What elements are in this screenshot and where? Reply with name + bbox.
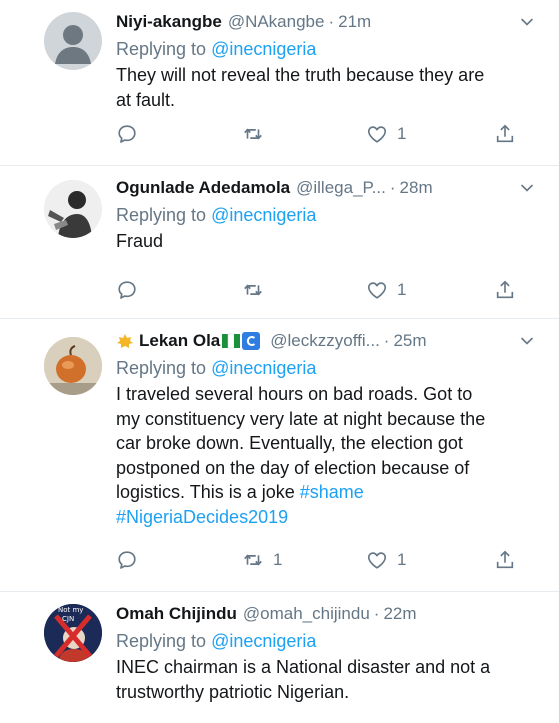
- replying-label: Replying to: [116, 358, 207, 378]
- avatar[interactable]: Not my CJN: [44, 604, 102, 662]
- avatar[interactable]: [44, 180, 102, 238]
- like-button[interactable]: 1: [366, 549, 406, 571]
- tweet-line: car broke down. Eventually, the election…: [116, 433, 463, 453]
- tweet-line: postponed on the day of election because…: [116, 457, 470, 478]
- mention-link[interactable]: @inecnigeria: [211, 39, 316, 59]
- tweet-omah-chijindu[interactable]: Not my CJN Omah Chijindu @omah_chijindu …: [0, 592, 559, 723]
- mention-link[interactable]: @inecnigeria: [211, 205, 316, 225]
- replying-label: Replying to: [116, 205, 207, 225]
- retweet-button[interactable]: [242, 279, 264, 301]
- share-icon: [494, 549, 516, 571]
- timestamp: 21m: [338, 12, 372, 31]
- replying-label: Replying to: [116, 39, 207, 59]
- like-icon: [366, 279, 388, 301]
- replying-to: Replying to @inecnigeria: [116, 628, 535, 654]
- timestamp: 22m: [383, 604, 417, 623]
- like-button[interactable]: 1: [366, 279, 406, 301]
- caret-down-icon[interactable]: [519, 14, 535, 30]
- replying-to: Replying to @inecnigeria: [116, 355, 535, 381]
- reply-icon: [116, 549, 138, 571]
- like-icon: [366, 549, 388, 571]
- user-handle[interactable]: @omah_chijindu: [243, 604, 370, 624]
- like-count: 1: [397, 124, 407, 143]
- tweet-text: They will not reveal the truth because t…: [116, 63, 535, 112]
- separator-dot: ·: [389, 178, 396, 197]
- tweet-ogunlade-adedamola[interactable]: Ogunlade Adedamola @illega_P... · 28m Re…: [0, 166, 559, 319]
- tweet-text: INEC chairman is a National disaster and…: [116, 655, 535, 704]
- avatar-text: Not my: [58, 606, 83, 614]
- user-handle[interactable]: @NAkangbe: [228, 12, 325, 32]
- tweet-line: my constituency very late at night becau…: [116, 408, 486, 429]
- display-name[interactable]: Lekan Ola: [139, 331, 220, 351]
- like-button[interactable]: 1: [366, 123, 406, 145]
- share-button[interactable]: [494, 123, 516, 145]
- avatar[interactable]: [44, 12, 102, 70]
- like-count: 1: [397, 280, 407, 299]
- crown-icon: [116, 332, 134, 350]
- reply-icon: [116, 123, 138, 145]
- mention-link[interactable]: @inecnigeria: [211, 631, 316, 651]
- tweet-line: I traveled several hours on bad roads. G…: [116, 384, 473, 404]
- mention-link[interactable]: @inecnigeria: [211, 358, 316, 378]
- separator-dot: ·: [383, 331, 390, 350]
- separator-dot: ·: [373, 604, 380, 623]
- reply-button[interactable]: [116, 279, 138, 301]
- tweet-line: at fault.: [116, 89, 176, 110]
- reply-button[interactable]: [116, 549, 138, 571]
- tweet-line-text: logistics. This is a joke: [116, 482, 295, 502]
- caret-down-icon[interactable]: [519, 333, 535, 349]
- like-count: 1: [397, 550, 407, 569]
- retweet-button[interactable]: [242, 123, 264, 145]
- share-button[interactable]: [494, 279, 516, 301]
- share-icon: [494, 123, 516, 145]
- share-icon: [494, 279, 516, 301]
- tweet-lekan-ola[interactable]: Lekan Ola @leckzzyoffi... · 25m Replying…: [0, 319, 559, 592]
- retweet-icon: [242, 123, 264, 145]
- tweet-text: I traveled several hours on bad roads. G…: [116, 382, 535, 529]
- reply-icon: [116, 279, 138, 301]
- timestamp: 28m: [399, 178, 433, 197]
- retweet-icon: [242, 549, 264, 571]
- replying-label: Replying to: [116, 631, 207, 651]
- tweet-line: #NigeriaDecides2019: [116, 505, 535, 530]
- tweet-line: They will not reveal the truth because t…: [116, 65, 485, 85]
- hashtag-link[interactable]: #NigeriaDecides2019: [116, 507, 288, 527]
- display-name[interactable]: Omah Chijindu: [116, 604, 237, 624]
- retweet-count: 1: [273, 550, 283, 569]
- tweet-line: INEC chairman is a National disaster and…: [116, 657, 491, 677]
- user-handle[interactable]: @illega_P...: [296, 178, 386, 198]
- avatar[interactable]: [44, 337, 102, 395]
- separator-dot: ·: [328, 12, 335, 31]
- display-name[interactable]: Niyi-akangbe: [116, 12, 222, 32]
- tweet-line: Fraud: [116, 231, 164, 251]
- tweet-text: Fraud: [116, 229, 535, 254]
- tweet-line: logistics. This is a joke #shame: [116, 480, 535, 505]
- hashtag-link[interactable]: #shame: [300, 482, 364, 502]
- replying-to: Replying to @inecnigeria: [116, 36, 535, 62]
- replying-to: Replying to @inecnigeria: [116, 202, 535, 228]
- like-icon: [366, 123, 388, 145]
- nigeria-flag-icon: [222, 333, 241, 349]
- display-name[interactable]: Ogunlade Adedamola: [116, 178, 290, 198]
- caret-down-icon[interactable]: [519, 180, 535, 196]
- avatar-text: CJN: [62, 615, 74, 623]
- retweet-icon: [242, 279, 264, 301]
- user-handle[interactable]: @leckzzyoffi...: [270, 331, 380, 351]
- tweet-niyi-akangbe[interactable]: Niyi-akangbe @NAkangbe · 21m Replying to…: [0, 0, 559, 166]
- share-button[interactable]: [494, 549, 516, 571]
- blue-c-icon: [242, 332, 261, 350]
- reply-button[interactable]: [116, 123, 138, 145]
- timestamp: 25m: [393, 331, 427, 350]
- tweet-line: trustworthy patriotic Nigerian.: [116, 681, 350, 702]
- retweet-button[interactable]: 1: [242, 549, 282, 571]
